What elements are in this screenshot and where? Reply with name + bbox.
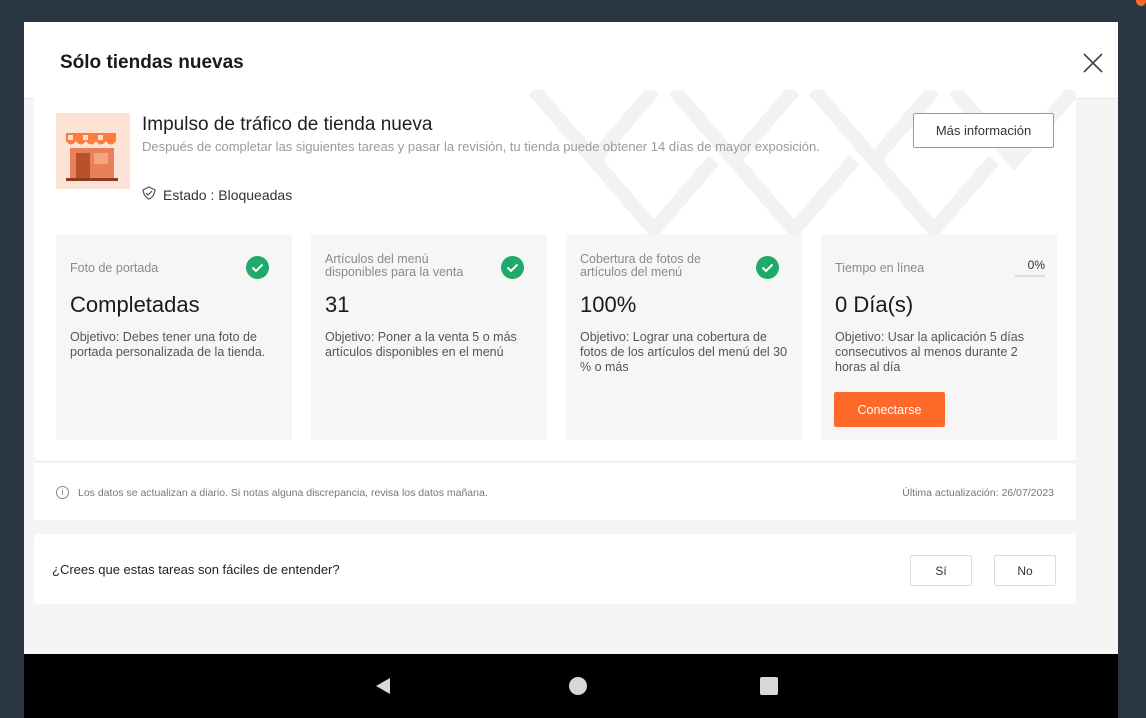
task-name: Cobertura de fotos de artículos del menú [580, 252, 701, 279]
check-icon [246, 256, 269, 279]
connect-button[interactable]: Conectarse [834, 392, 945, 427]
campaign-card: Impulso de tráfico de tienda nueva Despu… [34, 90, 1076, 460]
task-value: 0 Día(s) [835, 292, 914, 317]
back-icon[interactable] [371, 676, 395, 696]
store-icon [56, 113, 130, 189]
home-icon[interactable] [566, 676, 590, 696]
campaign-title: Impulso de tráfico de tienda nueva [142, 114, 433, 135]
check-icon [501, 256, 524, 279]
task-card-photo-coverage: Cobertura de fotos de artículos del menú… [566, 234, 802, 440]
status-row: Estado : Bloqueadas [142, 186, 292, 203]
close-icon[interactable] [1082, 52, 1104, 74]
status-text: Estado : Bloqueadas [163, 186, 293, 203]
shield-icon [142, 186, 156, 203]
task-value: 31 [325, 292, 350, 317]
feedback-no-button[interactable]: No [994, 555, 1056, 586]
feedback-bar: ¿Crees que estas tareas son fáciles de e… [34, 534, 1076, 604]
android-nav-bar [24, 654, 1118, 718]
task-value: 100% [580, 292, 637, 317]
progress-percent: 0% [1027, 258, 1045, 272]
feedback-question: ¿Crees que estas tareas son fáciles de e… [52, 562, 340, 577]
check-icon [756, 256, 779, 279]
modal-header: Sólo tiendas nuevas [24, 22, 1118, 99]
data-note-bar: i Los datos se actualizan a diario. Si n… [34, 462, 1076, 520]
task-goal: Objetivo: Usar la aplicación 5 días cons… [835, 330, 1024, 374]
recents-icon[interactable] [757, 676, 781, 696]
task-value: Completadas [70, 292, 200, 317]
progress-track [1015, 275, 1045, 277]
feedback-yes-button[interactable]: Sí [910, 555, 972, 586]
task-name: Tiempo en línea [835, 261, 925, 275]
task-name: Foto de portada [70, 261, 159, 275]
last-updated: Última actualización: 26/07/2023 [902, 487, 1054, 499]
task-card-online-time: Tiempo en línea 0% 0 Día(s) Objetivo: Us… [821, 234, 1057, 440]
campaign-description: Después de completar las siguientes tare… [142, 139, 820, 154]
task-goal: Objetivo: Lograr una cobertura de fotos … [580, 330, 788, 374]
task-card-menu-items: Artículos del menú disponibles para la v… [311, 234, 547, 440]
task-goal: Objetivo: Debes tener una foto de portad… [70, 330, 266, 359]
task-card-cover-photo: Foto de portada Completadas Objetivo: De… [56, 234, 292, 440]
modal-title: Sólo tiendas nuevas [60, 52, 244, 73]
task-name: Artículos del menú disponibles para la v… [325, 252, 464, 279]
info-icon: i [56, 486, 69, 499]
data-note-text: Los datos se actualizan a diario. Si not… [78, 487, 488, 499]
more-info-button[interactable]: Más información [913, 113, 1054, 148]
notification-dot [1136, 0, 1146, 6]
task-goal: Objetivo: Poner a la venta 5 o más artíc… [325, 330, 517, 359]
